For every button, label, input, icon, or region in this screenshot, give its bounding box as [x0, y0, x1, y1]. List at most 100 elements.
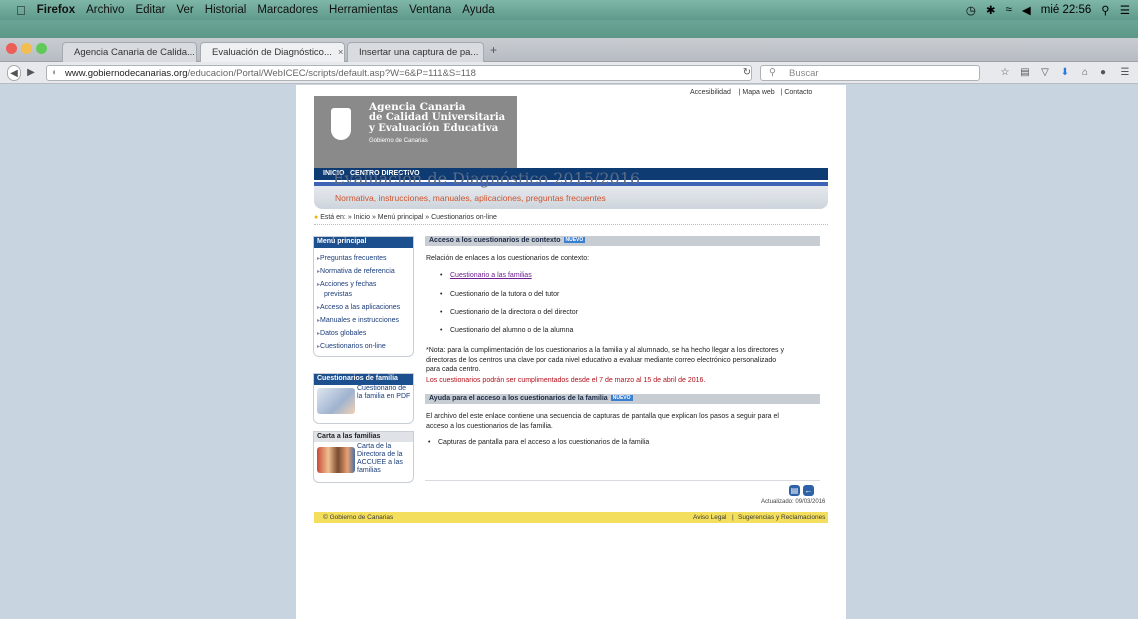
contexto-note: *Nota: para la cumplimentación de los cu…	[426, 346, 784, 375]
volume-icon[interactable]: ◀	[1022, 3, 1031, 17]
page-title: Evaluación de Diagnóstico 2015/2016	[333, 169, 641, 188]
cuestionarios-box-line-2: la familia en PDF	[357, 393, 411, 400]
logo-subtitle: Gobierno de Canarias	[369, 138, 428, 144]
note-line-1: *Nota: para la cumplimentación de los cu…	[426, 347, 784, 354]
logo-line-2: de Calidad Universitaria	[369, 112, 506, 123]
form-writing-image	[317, 388, 355, 414]
apple-icon[interactable]: 	[16, 3, 26, 18]
cuestionarios-box-line-1: Cuestionario de	[357, 385, 407, 392]
time-machine-icon[interactable]: ◷	[966, 3, 976, 17]
menubar-status-area: ◷ ✱ ≈ ◀ mié 22:56 ⚲ ☰	[966, 0, 1130, 20]
section-contexto-title: Acceso a los cuestionarios de contexto	[429, 237, 561, 244]
menu-item-datos[interactable]: Datos globales	[317, 330, 366, 337]
forward-button[interactable]: ▶	[24, 65, 38, 81]
new-tab-button[interactable]: +	[490, 43, 497, 57]
menu-ventana[interactable]: Ventana	[409, 4, 451, 16]
hamburger-menu-icon[interactable]: ☰	[1118, 65, 1132, 81]
menu-item-preguntas[interactable]: Preguntas frecuentes	[317, 255, 387, 262]
menu-item-normativa[interactable]: Normativa de referencia	[317, 268, 395, 275]
notification-center-icon[interactable]: ☰	[1120, 3, 1130, 17]
link-cuestionario-familias[interactable]: Cuestionario a las familias	[440, 272, 532, 279]
menu-ayuda[interactable]: Ayuda	[462, 4, 494, 16]
link-cuestionario-director[interactable]: Cuestionario de la directora o del direc…	[440, 309, 578, 316]
search-input[interactable]: ⚲ Buscar	[760, 65, 980, 81]
nuevo-badge: NUEVO	[610, 395, 633, 401]
carta-box-line-2: Directora de la	[357, 451, 403, 458]
url-path: /educacion/Portal/WebICEC/scripts/defaul…	[187, 68, 476, 79]
tab-evaluacion[interactable]: Evaluación de Diagnóstico... ×	[200, 42, 345, 62]
section-ayuda-header: Ayuda para el acceso a los cuestionarios…	[425, 394, 820, 404]
reload-icon[interactable]: ↻	[740, 65, 754, 81]
close-tab-icon[interactable]: ×	[195, 47, 196, 58]
wifi-icon[interactable]: ≈	[1006, 4, 1012, 16]
menu-item-cuestionarios[interactable]: Cuestionarios on-line	[317, 343, 386, 350]
cuestionarios-box[interactable]: Cuestionarios de familia Cuestionario de…	[313, 373, 414, 424]
close-tab-icon[interactable]: ×	[478, 47, 483, 58]
family-photo-image	[317, 447, 355, 473]
zoom-window-button[interactable]	[36, 43, 47, 54]
url-host: www.gobiernodecanarias.org	[65, 68, 188, 79]
breadcrumb-path[interactable]: » Inicio » Menú principal » Cuestionario…	[348, 214, 497, 221]
menu-editar[interactable]: Editar	[135, 4, 165, 16]
footer-separator: |	[732, 514, 734, 521]
link-mapa-web[interactable]: Mapa web	[742, 89, 774, 96]
ayuda-text-line-1: El archivo del este enlace contiene una …	[426, 413, 779, 420]
tab-agencia[interactable]: Agencia Canaria de Calida... ×	[62, 42, 197, 62]
footer-aviso-legal[interactable]: Aviso Legal	[693, 514, 727, 521]
page-subtitle: Normativa, instrucciones, manuales, apli…	[335, 193, 606, 203]
spotlight-icon[interactable]: ⚲	[1101, 3, 1109, 17]
menu-item-acciones-cont[interactable]: previstas	[324, 291, 352, 298]
clock[interactable]: mié 22:56	[1041, 4, 1092, 16]
note-line-2: directoras de los centros una clave por …	[426, 356, 777, 364]
chat-icon[interactable]: ●	[1096, 65, 1110, 81]
link-cuestionario-alumno[interactable]: Cuestionario del alumno o de la alumna	[440, 327, 573, 334]
back-button[interactable]: ◀	[7, 65, 21, 81]
breadcrumb: ● Está en: » Inicio » Menú principal » C…	[314, 214, 497, 221]
back-arrow-icon[interactable]: ←	[803, 485, 814, 496]
search-icon: ⚲	[769, 67, 776, 78]
menu-herramientas[interactable]: Herramientas	[329, 4, 398, 16]
menu-item-acceso[interactable]: Acceso a las aplicaciones	[317, 304, 400, 311]
link-cuestionario-tutor[interactable]: Cuestionario de la tutora o del tutor	[440, 291, 559, 298]
note-line-3: para cada centro.	[426, 366, 481, 373]
menu-marcadores[interactable]: Marcadores	[257, 4, 318, 16]
section-ayuda-title: Ayuda para el acceso a los cuestionarios…	[429, 395, 608, 402]
content-divider	[425, 480, 820, 481]
close-tab-icon[interactable]: ×	[332, 47, 344, 58]
menu-item-acciones[interactable]: Acciones y fechas	[317, 281, 376, 288]
main-menu: Menú principal Preguntas frecuentes Norm…	[313, 236, 414, 357]
reading-list-icon[interactable]: ▤	[1018, 65, 1032, 81]
footer-copyright: © Gobierno de Canarias	[323, 514, 394, 521]
link-capturas-pantalla[interactable]: Capturas de pantalla para el acceso a lo…	[428, 439, 649, 446]
bookmark-star-icon[interactable]: ☆	[998, 65, 1012, 81]
menu-item-manuales[interactable]: Manuales e instrucciones	[317, 317, 399, 324]
menu-historial[interactable]: Historial	[205, 4, 247, 16]
tab-office[interactable]: Insertar una captura de pa... ×	[347, 42, 484, 62]
contexto-intro: Relación de enlaces a los cuestionarios …	[426, 255, 590, 262]
url-bar[interactable]: ◐ www.gobiernodecanarias.org/educacion/P…	[46, 65, 752, 81]
bluetooth-icon[interactable]: ✱	[986, 3, 996, 17]
pocket-icon[interactable]: ▽	[1038, 65, 1052, 81]
link-accesibilidad[interactable]: Accesibilidad	[690, 89, 731, 96]
menu-app-name[interactable]: Firefox	[37, 4, 75, 16]
nuevo-badge: NUEVO	[563, 237, 586, 243]
close-window-button[interactable]	[6, 43, 17, 54]
cuestionarios-box-title: Cuestionarios de familia	[314, 374, 413, 385]
site-identity-icon[interactable]: ◐	[52, 67, 58, 78]
print-icon[interactable]: ▤	[789, 485, 800, 496]
link-contacto[interactable]: Contacto	[784, 89, 812, 96]
downloads-icon[interactable]: ⬇	[1058, 65, 1072, 81]
main-menu-title: Menú principal	[314, 237, 413, 248]
menu-ver[interactable]: Ver	[177, 4, 194, 16]
breadcrumb-divider	[314, 224, 828, 225]
minimize-window-button[interactable]	[21, 43, 32, 54]
cuestionarios-dates: Los cuestionarios podrán ser cumplimenta…	[426, 377, 706, 384]
home-icon[interactable]: ⌂	[1078, 65, 1092, 81]
footer-sugerencias[interactable]: Sugerencias y Reclamaciones	[738, 514, 825, 521]
agency-logo[interactable]: Agencia Canaria de Calidad Universitaria…	[314, 96, 517, 168]
carta-box[interactable]: Carta a las familias Carta de la Directo…	[313, 431, 414, 483]
tab-label: Evaluación de Diagnóstico...	[212, 47, 332, 58]
menu-archivo[interactable]: Archivo	[86, 4, 124, 16]
ayuda-text: El archivo del este enlace contiene una …	[426, 412, 779, 431]
section-contexto-header: Acceso a los cuestionarios de contexto NU…	[425, 236, 820, 246]
